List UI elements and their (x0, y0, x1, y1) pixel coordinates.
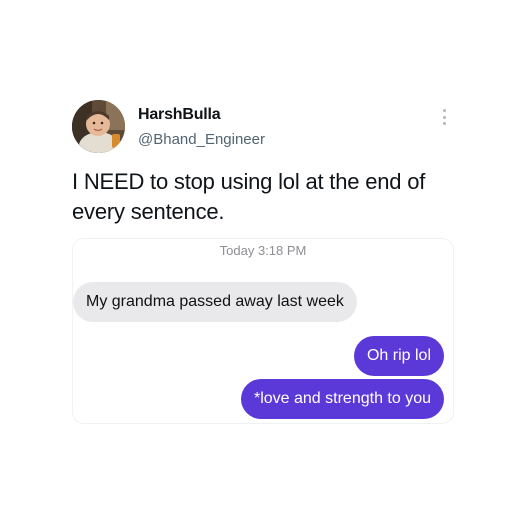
tweet-screenshot: HarshBulla @Bhand_Engineer I NEED to sto… (0, 0, 526, 526)
user-handle[interactable]: @Bhand_Engineer (138, 131, 265, 148)
message-screenshot-card: Today 3:18 PM My grandma passed away las… (72, 238, 454, 424)
incoming-message-bubble: My grandma passed away last week (73, 282, 357, 322)
more-vertical-icon[interactable] (437, 108, 451, 126)
tweet-text: I NEED to stop using lol at the end of e… (72, 169, 426, 224)
avatar[interactable] (72, 100, 125, 153)
display-name[interactable]: HarshBulla (138, 106, 221, 124)
message-timestamp: Today 3:18 PM (219, 243, 307, 258)
outgoing-message-bubble: Oh rip lol (353, 336, 444, 376)
outgoing-message-bubble: *love and strength to you (240, 379, 444, 419)
